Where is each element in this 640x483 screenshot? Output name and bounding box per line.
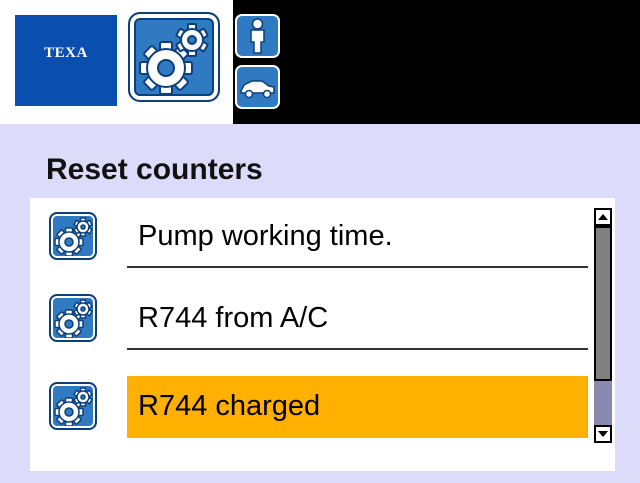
page-title: Reset counters [46, 153, 263, 186]
gears-icon [49, 382, 97, 430]
gears-icon [139, 23, 209, 95]
car-icon [240, 80, 275, 99]
scroll-up-button[interactable] [594, 208, 612, 226]
person-icon [250, 18, 265, 54]
item-label: R744 charged [138, 390, 321, 422]
arrow-down-icon [598, 431, 608, 437]
scroll-thumb[interactable] [594, 226, 612, 381]
item-label: Pump working time. [138, 220, 393, 252]
tab-car[interactable] [235, 65, 280, 109]
list-item[interactable]: R744 from A/C [30, 288, 588, 350]
scroll-down-button[interactable] [594, 425, 612, 443]
logo-panel: TEXA [0, 0, 233, 124]
list-item-selected[interactable]: R744 charged [30, 376, 588, 438]
scroll-track[interactable] [594, 226, 612, 425]
arrow-up-icon [598, 214, 608, 220]
row-label-box: R744 charged [127, 376, 588, 438]
list-item[interactable]: Pump working time. [30, 206, 588, 268]
texa-logo: TEXA [15, 15, 117, 106]
row-label-box: R744 from A/C [127, 288, 588, 350]
tab-settings[interactable] [128, 12, 220, 102]
gears-icon [49, 212, 97, 260]
header-bar: TEXA [0, 0, 640, 124]
row-label-box: Pump working time. [127, 206, 588, 268]
counters-list: Pump working time. R744 from A/C R744 ch… [30, 198, 615, 471]
main-panel: Reset counters Pump working time. R744 f… [0, 124, 640, 483]
scrollbar[interactable] [594, 208, 612, 443]
item-label: R744 from A/C [138, 302, 329, 334]
app-screen: TEXA Reset counters Pump working time. R… [0, 0, 640, 483]
tab-person[interactable] [235, 14, 280, 58]
logo-text: TEXA [44, 45, 88, 61]
gears-icon [49, 294, 97, 342]
